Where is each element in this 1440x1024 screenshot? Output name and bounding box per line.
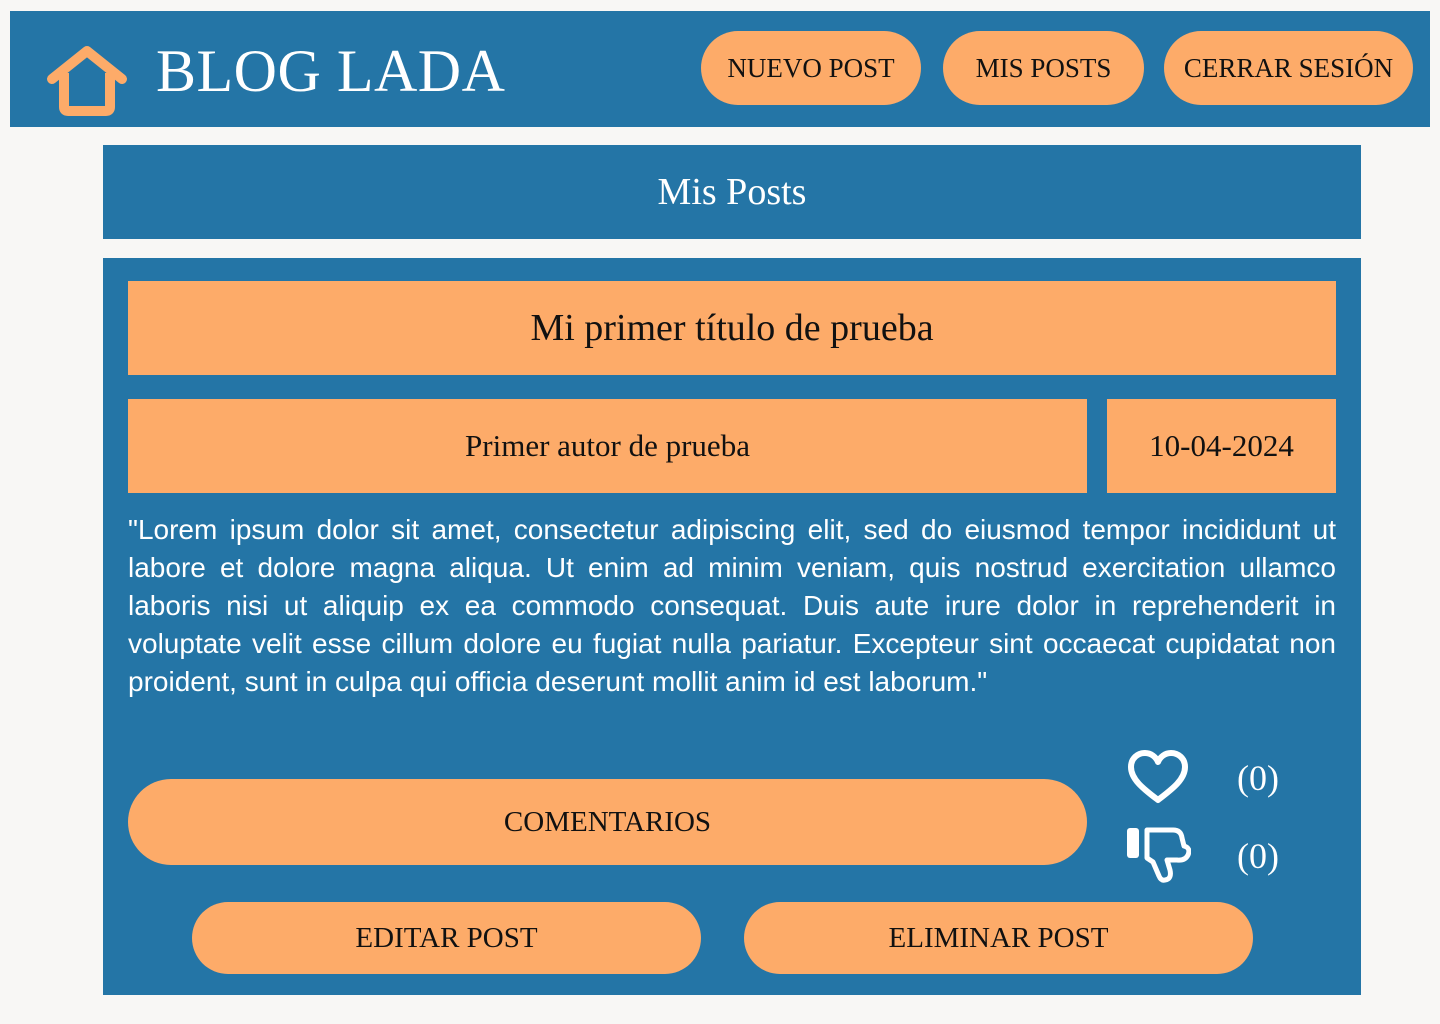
post-author-box: Primer autor de prueba [128,399,1087,493]
post-body: "Lorem ipsum dolor sit amet, consectetur… [128,514,1336,697]
post-card: Mi primer título de prueba Primer autor … [103,258,1361,995]
new-post-button[interactable]: NUEVO POST [701,31,921,105]
thumbs-down-icon[interactable] [1125,824,1191,884]
like-count: (0) [1237,758,1279,798]
brand-title[interactable]: BLOG LADA [156,41,505,101]
page-title-bar: Mis Posts [103,145,1361,239]
post-title-box: Mi primer título de prueba [128,281,1336,375]
post-title: Mi primer título de prueba [530,307,934,349]
delete-post-button[interactable]: ELIMINAR POST [744,902,1253,974]
comments-button[interactable]: COMENTARIOS [128,779,1087,865]
house-icon[interactable] [44,39,130,119]
my-posts-button[interactable]: MIS POSTS [943,31,1144,105]
post-date-box: 10-04-2024 [1107,399,1336,493]
post-author: Primer autor de prueba [465,428,750,463]
logout-button[interactable]: CERRAR SESIÓN [1164,31,1413,105]
edit-post-button[interactable]: EDITAR POST [192,902,701,974]
top-header: BLOG LADA NUEVO POST MIS POSTS CERRAR SE… [10,11,1430,127]
page-title: Mis Posts [657,171,807,213]
heart-icon[interactable] [1125,748,1191,806]
post-date: 10-04-2024 [1149,428,1294,463]
dislike-count: (0) [1237,836,1279,876]
